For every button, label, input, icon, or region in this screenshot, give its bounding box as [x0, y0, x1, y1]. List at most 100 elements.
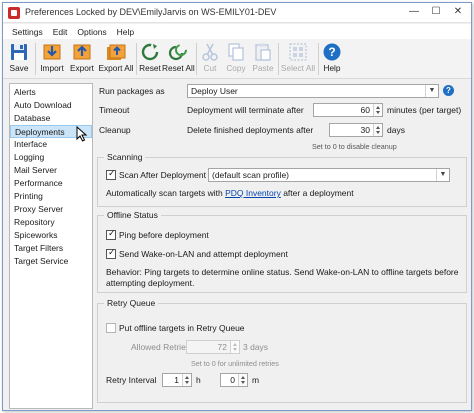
- paste-button[interactable]: Paste: [250, 41, 276, 77]
- window-title: Preferences Locked by DEV\EmilyJarvis on…: [25, 7, 277, 17]
- allowed-retries-duration: 3 days: [243, 342, 269, 352]
- retry-queue-group: Retry Queue Put offline targets in Retry…: [97, 298, 467, 403]
- import-button[interactable]: Import: [37, 41, 67, 77]
- unlimited-retries-hint: Set to 0 for unlimited retries: [191, 359, 279, 368]
- offline-status-group: Offline Status Ping before deployment Se…: [97, 210, 467, 293]
- spinner-arrows-icon[interactable]: [373, 104, 382, 116]
- mouse-pointer-icon: [76, 126, 88, 142]
- pdq-app-icon: [8, 7, 20, 19]
- select-all-button[interactable]: Select All: [280, 41, 316, 77]
- cut-label: Cut: [203, 63, 217, 73]
- chevron-down-icon: ▼: [425, 85, 438, 97]
- spinner-arrows-icon[interactable]: [373, 124, 382, 136]
- help-question-icon: ?: [323, 43, 341, 61]
- nav-item-database[interactable]: Database: [10, 112, 92, 125]
- select-all-icon: [289, 43, 307, 61]
- menu-settings[interactable]: Settings: [7, 27, 48, 37]
- put-offline-in-retry-queue-checkbox[interactable]: [106, 323, 116, 333]
- floppy-disk-icon: [11, 44, 27, 60]
- close-button[interactable]: ✕: [447, 3, 469, 22]
- scanning-desc-suffix: after a deployment: [283, 188, 354, 198]
- hours-unit: h: [196, 375, 201, 385]
- minutes-unit: m: [252, 375, 260, 385]
- nav-item-target-service[interactable]: Target Service: [10, 255, 92, 268]
- pdq-inventory-link[interactable]: PDQ Inventory: [225, 188, 281, 198]
- export-all-button[interactable]: Export All: [98, 41, 134, 77]
- scan-after-deployment-checkbox[interactable]: [106, 169, 116, 180]
- scan-profile-dropdown[interactable]: (default scan profile) ▼: [208, 168, 450, 182]
- minimize-button[interactable]: —: [403, 3, 425, 22]
- title-bar: Preferences Locked by DEV\EmilyJarvis on…: [3, 3, 471, 23]
- menu-edit[interactable]: Edit: [48, 27, 73, 37]
- copy-icon: [228, 43, 244, 61]
- reset-button[interactable]: Reset: [138, 41, 162, 77]
- toolbar-separator: [318, 43, 319, 75]
- scissors-icon: [202, 43, 218, 61]
- maximize-button[interactable]: ☐: [425, 3, 447, 22]
- reset-all-button[interactable]: Reset All: [162, 41, 195, 77]
- send-wake-on-lan-label: Send Wake-on-LAN and attempt deployment: [119, 249, 288, 259]
- help-label: Help: [323, 63, 341, 73]
- retry-interval-minutes-value: 0: [230, 375, 235, 385]
- retry-interval-hours-value: 1: [174, 375, 179, 385]
- timeout-minutes-input[interactable]: 60: [313, 103, 383, 117]
- spinner-arrows-icon[interactable]: [230, 341, 239, 353]
- toolbar: Save Import Export Export All Reset Rese…: [3, 39, 471, 79]
- offline-behavior-line-2: attempting deployment.: [106, 278, 195, 288]
- cleanup-days-input[interactable]: 30: [329, 123, 383, 137]
- retry-interval-minutes-input[interactable]: 0: [220, 373, 248, 387]
- allowed-retries-label: Allowed Retries: [131, 342, 191, 352]
- help-icon[interactable]: ?: [443, 85, 454, 96]
- spinner-arrows-icon[interactable]: [182, 374, 191, 386]
- preferences-nav-list: Alerts Auto Download Database Deployment…: [9, 83, 93, 409]
- export-label: Export: [70, 63, 94, 73]
- toolbar-separator: [136, 43, 137, 75]
- nav-item-target-filters[interactable]: Target Filters: [10, 242, 92, 255]
- nav-item-alerts[interactable]: Alerts: [10, 86, 92, 99]
- save-label: Save: [9, 63, 29, 73]
- scanning-description: Automatically scan targets with PDQ Inve…: [106, 188, 354, 198]
- menu-options[interactable]: Options: [72, 27, 111, 37]
- svg-text:?: ?: [328, 45, 335, 59]
- spinner-arrows-icon[interactable]: [238, 374, 247, 386]
- nav-item-logging[interactable]: Logging: [10, 151, 92, 164]
- export-all-icon: [107, 44, 126, 60]
- ping-before-deployment-checkbox[interactable]: [106, 229, 116, 240]
- menu-help[interactable]: Help: [112, 27, 139, 37]
- offline-behavior-line-1: Behavior: Ping targets to determine onli…: [106, 267, 459, 277]
- cleanup-unit: days: [387, 125, 405, 135]
- import-label: Import: [40, 63, 64, 73]
- toolbar-separator: [35, 43, 36, 75]
- cut-button[interactable]: Cut: [199, 41, 221, 77]
- nav-item-spiceworks[interactable]: Spiceworks: [10, 229, 92, 242]
- nav-item-proxy-server[interactable]: Proxy Server: [10, 203, 92, 216]
- import-folder-icon: [43, 44, 61, 60]
- allowed-retries-input[interactable]: 72: [186, 340, 240, 354]
- retry-interval-label: Retry Interval: [106, 375, 157, 385]
- allowed-retries-value: 72: [217, 342, 227, 352]
- chevron-down-icon: ▼: [436, 169, 449, 181]
- deployments-panel: Run packages as Deploy User ▼ ? Timeout …: [97, 83, 469, 409]
- retry-interval-hours-input[interactable]: 1: [162, 373, 192, 387]
- export-button[interactable]: Export: [67, 41, 97, 77]
- scan-after-deployment-label: Scan After Deployment: [119, 170, 206, 180]
- nav-item-performance[interactable]: Performance: [10, 177, 92, 190]
- copy-button[interactable]: Copy: [223, 41, 249, 77]
- send-wake-on-lan-checkbox[interactable]: [106, 248, 116, 259]
- run-packages-dropdown[interactable]: Deploy User ▼: [187, 84, 439, 98]
- save-button[interactable]: Save: [5, 41, 33, 77]
- retry-queue-group-title: Retry Queue: [104, 298, 159, 308]
- paste-label: Paste: [252, 63, 274, 73]
- cleanup-description: Delete finished deployments after: [187, 125, 314, 135]
- help-button[interactable]: ? Help: [320, 41, 344, 77]
- nav-item-repository[interactable]: Repository: [10, 216, 92, 229]
- nav-item-printing[interactable]: Printing: [10, 190, 92, 203]
- timeout-value: 60: [360, 105, 370, 115]
- reset-arrows-icon: [141, 43, 159, 61]
- nav-item-mail-server[interactable]: Mail Server: [10, 164, 92, 177]
- offline-status-group-title: Offline Status: [104, 210, 161, 220]
- reset-label: Reset: [139, 63, 161, 73]
- scanning-group-title: Scanning: [104, 152, 146, 162]
- nav-item-auto-download[interactable]: Auto Download: [10, 99, 92, 112]
- export-folder-icon: [73, 44, 91, 60]
